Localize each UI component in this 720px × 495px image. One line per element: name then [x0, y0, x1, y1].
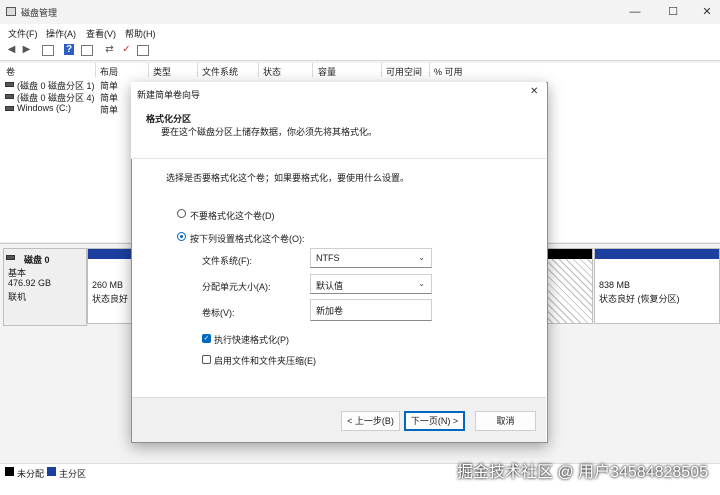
disk-management-icon — [6, 7, 16, 16]
volume-label-input[interactable]: 新加卷 — [310, 299, 432, 321]
filesystem-value: NTFS — [316, 253, 340, 263]
radio-no-format[interactable] — [177, 209, 186, 218]
close-button[interactable]: ✕ — [694, 4, 720, 20]
volume-row-name[interactable]: Windows (C:) — [17, 103, 71, 113]
minimize-button[interactable]: — — [622, 4, 648, 20]
window-title: 磁盘管理 — [21, 8, 58, 18]
disk-name: 磁盘 0 — [24, 255, 50, 265]
volume-icon — [5, 94, 14, 99]
menu-view[interactable]: 查看(V) — [86, 27, 116, 40]
allocation-unit-select[interactable]: 默认值 ⌄ — [310, 274, 432, 294]
radio-format-label[interactable]: 按下列设置格式化这个卷(O): — [190, 232, 305, 245]
menu-action[interactable]: 操作(A) — [46, 27, 76, 40]
disk-icon — [6, 255, 15, 260]
wizard-heading: 格式化分区 — [146, 114, 192, 124]
legend-unallocated: 未分配 — [17, 469, 45, 479]
partition-size: 260 MB — [92, 280, 124, 290]
wizard-title: 新建简单卷向导 — [137, 90, 201, 100]
filesystem-label: 文件系统(F): — [202, 256, 252, 266]
quick-format-label[interactable]: 执行快速格式化(P) — [214, 333, 289, 346]
compression-label[interactable]: 启用文件和文件夹压缩(E) — [214, 354, 316, 367]
title-bar — [0, 0, 720, 24]
chevron-down-icon: ⌄ — [418, 279, 425, 288]
filesystem-select[interactable]: NTFS ⌄ — [310, 248, 432, 268]
connect-icon[interactable]: ⇄ — [103, 43, 116, 56]
allocation-unit-label: 分配单元大小(A): — [202, 282, 271, 292]
chevron-down-icon: ⌄ — [418, 253, 425, 262]
back-arrow-icon[interactable]: ◀ — [5, 43, 18, 56]
watermark: 掘金技术社区 @ 用户34584828505 — [456, 464, 708, 481]
partition-bar — [546, 249, 592, 259]
properties-icon[interactable] — [81, 45, 93, 56]
maximize-button[interactable]: ☐ — [660, 4, 686, 20]
volume-row-layout: 简单 — [100, 105, 119, 115]
menu-file[interactable]: 文件(F) — [8, 27, 38, 40]
cancel-button[interactable]: 取消 — [475, 411, 536, 431]
next-button[interactable]: 下一页(N) > — [404, 411, 465, 431]
wizard-subheading: 要在这个磁盘分区上储存数据，你必须先将其格式化。 — [161, 127, 378, 137]
wizard-close-icon[interactable]: ✕ — [530, 86, 538, 97]
unallocated-swatch — [5, 467, 14, 476]
wizard-prompt: 选择是否要格式化这个卷；如果要格式化，要使用什么设置。 — [166, 173, 410, 183]
partition-bar — [595, 249, 719, 259]
disk-state: 联机 — [8, 292, 27, 302]
partition-bar — [88, 249, 132, 259]
volume-label-label: 卷标(V): — [202, 308, 235, 318]
volume-icon — [5, 106, 14, 111]
disk-list-icon[interactable] — [137, 45, 149, 56]
console-tree-icon[interactable] — [42, 45, 54, 56]
checklist-icon[interactable]: ✓ — [120, 43, 133, 56]
back-button[interactable]: < 上一步(B) — [341, 411, 400, 431]
help-icon[interactable]: ? — [64, 44, 74, 55]
partition-unallocated[interactable] — [545, 248, 593, 324]
partition-status: 状态良好 — [92, 294, 129, 304]
quick-format-checkbox[interactable]: ✓ — [202, 334, 211, 343]
partition-status: 状态良好 (恢复分区) — [599, 294, 680, 304]
volume-icon — [5, 82, 14, 87]
primary-partition-swatch — [47, 467, 56, 476]
radio-format[interactable] — [177, 232, 186, 241]
menu-help[interactable]: 帮助(H) — [125, 27, 156, 40]
allocation-unit-value: 默认值 — [316, 281, 344, 291]
radio-no-format-label[interactable]: 不要格式化这个卷(D) — [190, 209, 275, 222]
volume-label-value: 新加卷 — [316, 306, 344, 316]
disk-size: 476.92 GB — [8, 278, 52, 288]
partition-size: 838 MB — [599, 280, 631, 290]
forward-arrow-icon[interactable]: ▶ — [20, 43, 33, 56]
compression-checkbox[interactable] — [202, 355, 211, 364]
legend-primary: 主分区 — [59, 469, 87, 479]
